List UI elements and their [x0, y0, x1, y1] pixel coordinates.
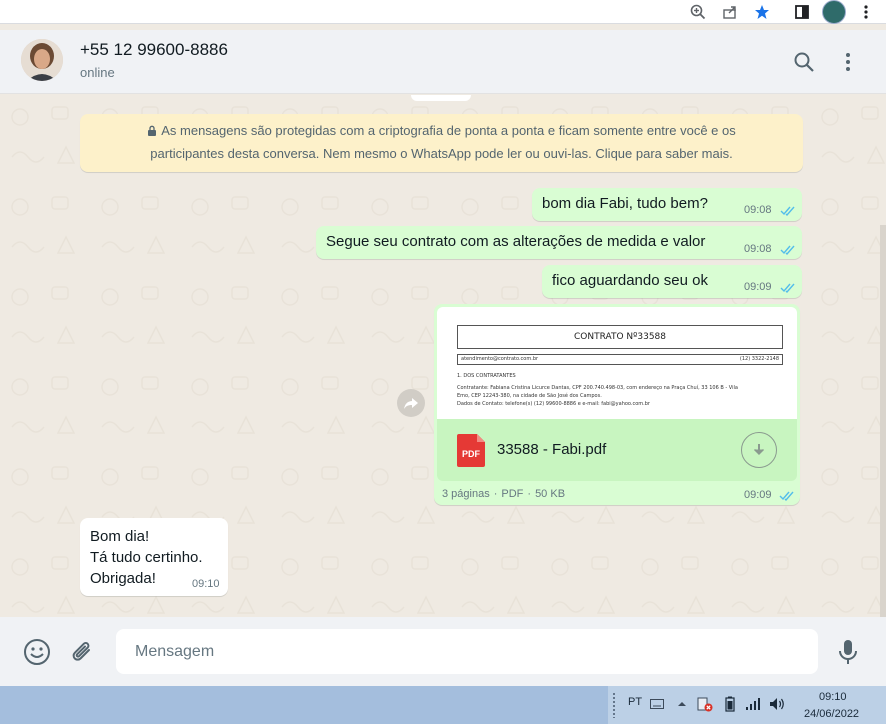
message-bubble-document[interactable]: CONTRATO Nº33588 atendimento@contrato.co…: [434, 304, 800, 505]
document-preview-line: Dados de Contato: telefone(s) (12) 99600…: [457, 401, 650, 407]
message-composer: [0, 617, 886, 686]
encryption-notice[interactable]: As mensagens são protegidas com a cripto…: [80, 114, 803, 172]
zoom-icon[interactable]: [688, 2, 708, 22]
document-size: 50 KB: [535, 488, 566, 500]
browser-toolbar: [0, 0, 886, 24]
menu-dots-icon[interactable]: [834, 48, 862, 76]
document-file-name[interactable]: 33588 - Fabi.pdf: [497, 441, 606, 458]
encryption-notice-line2: participantes desta conversa. Nem mesmo …: [150, 146, 733, 161]
message-text: Segue seu contrato com as alterações de …: [326, 233, 706, 250]
document-preview-contact-line: atendimento@contrato.com.br (12) 3322-21…: [457, 354, 783, 365]
document-preview-line: Emo, CEP 12243-380, na cidade de São Jos…: [457, 393, 602, 399]
document-preview-email: atendimento@contrato.com.br: [461, 356, 539, 362]
encryption-notice-line1: As mensagens são protegidas com a cripto…: [161, 123, 736, 138]
side-panel-icon[interactable]: [792, 2, 812, 22]
message-bubble-incoming[interactable]: Bom dia! Tá tudo certinho. Obrigada! 09:…: [80, 518, 228, 596]
emoji-icon[interactable]: [22, 637, 52, 667]
chat-header[interactable]: +55 12 99600-8886 online: [0, 30, 886, 94]
tray-grip[interactable]: [612, 692, 616, 718]
search-icon[interactable]: [790, 48, 818, 76]
clock-time[interactable]: 09:10: [819, 691, 847, 703]
document-preview-heading: CONTRATO Nº33588: [457, 325, 783, 349]
contact-name[interactable]: +55 12 99600-8886: [80, 40, 228, 60]
message-time: 09:08: [744, 204, 772, 216]
chat-scrollbar[interactable]: [880, 225, 886, 617]
message-time: 09:10: [192, 578, 220, 590]
volume-icon[interactable]: [769, 696, 785, 712]
forward-icon: [404, 398, 418, 409]
document-preview-section: 1. DOS CONTRATANTES: [457, 373, 516, 379]
os-taskbar: PT 09:10 24/06/2022: [0, 686, 886, 724]
paperclip-icon[interactable]: [67, 637, 97, 667]
message-time: 09:08: [744, 243, 772, 255]
message-time: 09:09: [744, 281, 772, 293]
battery-icon[interactable]: [722, 696, 738, 712]
message-time: 09:09: [744, 489, 772, 501]
read-ticks-icon: [780, 245, 795, 255]
read-ticks-icon: [780, 283, 795, 293]
chevron-up-icon[interactable]: [674, 696, 690, 712]
document-pages: 3 páginas: [442, 488, 490, 500]
pdf-icon-label: PDF: [462, 449, 481, 459]
message-text: bom dia Fabi, tudo bem?: [542, 195, 708, 212]
network-error-icon[interactable]: [697, 696, 713, 712]
share-icon[interactable]: [720, 2, 740, 22]
message-bubble-outgoing[interactable]: bom dia Fabi, tudo bem? 09:08: [532, 188, 802, 221]
document-meta: 3 páginas · PDF · 50 KB: [442, 488, 566, 500]
read-ticks-icon: [780, 206, 795, 216]
language-indicator[interactable]: PT: [628, 696, 642, 708]
contact-status: online: [80, 65, 115, 80]
pdf-file-icon: PDF: [457, 434, 485, 467]
message-input[interactable]: [116, 629, 818, 674]
system-tray: PT 09:10 24/06/2022: [608, 686, 886, 724]
browser-menu-icon[interactable]: [856, 2, 876, 22]
conversation-panel[interactable]: As mensagens são protegidas com a cripto…: [0, 95, 886, 617]
document-preview[interactable]: CONTRATO Nº33588 atendimento@contrato.co…: [437, 307, 797, 419]
document-preview-phone: (12) 3322-2148: [739, 356, 779, 362]
message-text-line: Bom dia!: [90, 528, 150, 545]
download-icon: [753, 444, 765, 456]
browser-profile-avatar[interactable]: [822, 0, 846, 24]
lock-icon: [148, 125, 157, 136]
bookmark-star-icon[interactable]: [752, 2, 772, 22]
document-type: PDF: [501, 488, 524, 500]
date-chip: [411, 95, 471, 101]
message-bubble-outgoing[interactable]: Segue seu contrato com as alterações de …: [316, 226, 802, 259]
clock-date[interactable]: 24/06/2022: [804, 708, 859, 720]
message-text-line: Tá tudo certinho.: [90, 549, 203, 566]
read-ticks-icon: [779, 491, 794, 501]
message-bubble-outgoing[interactable]: fico aguardando seu ok 09:09: [542, 265, 802, 298]
forward-button[interactable]: [397, 389, 425, 417]
microphone-icon[interactable]: [833, 637, 863, 667]
keyboard-icon[interactable]: [649, 696, 665, 712]
document-preview-line: Contratante: Fabiana Cristina Licurce Da…: [457, 385, 738, 391]
document-file-row[interactable]: PDF 33588 - Fabi.pdf: [437, 419, 797, 481]
signal-icon[interactable]: [745, 696, 761, 712]
contact-avatar[interactable]: [21, 39, 63, 81]
message-text: fico aguardando seu ok: [552, 272, 708, 289]
download-button[interactable]: [741, 432, 777, 468]
message-text-line: Obrigada!: [90, 570, 156, 587]
